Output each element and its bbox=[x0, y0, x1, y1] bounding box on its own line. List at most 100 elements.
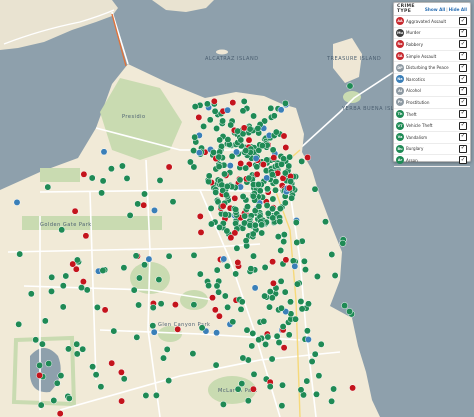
crime-marker-property[interactable] bbox=[311, 350, 319, 358]
crime-marker-property[interactable] bbox=[346, 308, 353, 315]
crime-marker-property[interactable] bbox=[267, 104, 275, 112]
crime-marker-property[interactable] bbox=[278, 160, 286, 168]
crime-marker-narcotics[interactable] bbox=[213, 329, 221, 337]
crime-marker-violent[interactable] bbox=[282, 144, 290, 151]
crime-marker-violent[interactable] bbox=[210, 97, 218, 105]
crime-marker-property[interactable] bbox=[328, 397, 336, 405]
crime-marker-property[interactable] bbox=[229, 318, 237, 326]
crime-marker-property[interactable] bbox=[237, 305, 245, 313]
crime-marker-narcotics[interactable] bbox=[304, 336, 312, 343]
crime-marker-property[interactable] bbox=[157, 300, 165, 308]
crime-marker-property[interactable] bbox=[27, 290, 35, 298]
crime-marker-narcotics[interactable] bbox=[145, 255, 153, 263]
crime-marker-property[interactable] bbox=[250, 252, 257, 260]
crime-marker-narcotics[interactable] bbox=[251, 284, 259, 292]
crime-marker-property[interactable] bbox=[213, 266, 221, 274]
crime-marker-property[interactable] bbox=[244, 203, 251, 211]
crime-marker-violent[interactable] bbox=[349, 384, 357, 392]
crime-marker-property[interactable] bbox=[237, 136, 245, 144]
crime-marker-property[interactable] bbox=[227, 121, 235, 129]
crime-marker-property[interactable] bbox=[254, 124, 262, 132]
crime-marker-property[interactable] bbox=[272, 178, 280, 186]
crime-marker-property[interactable] bbox=[169, 198, 177, 206]
crime-marker-narcotics[interactable] bbox=[226, 162, 234, 170]
crime-marker-property[interactable] bbox=[99, 267, 107, 274]
crime-marker-property[interactable] bbox=[297, 298, 305, 305]
crime-type-checkbox[interactable]: ✓ bbox=[459, 144, 467, 153]
crime-marker-violent[interactable] bbox=[82, 232, 90, 240]
crime-marker-violent[interactable] bbox=[195, 113, 203, 121]
crime-marker-property[interactable] bbox=[261, 292, 269, 300]
crime-marker-property[interactable] bbox=[83, 286, 91, 294]
crime-marker-violent[interactable] bbox=[171, 301, 179, 309]
crime-marker-property[interactable] bbox=[196, 270, 204, 278]
crime-marker-property[interactable] bbox=[266, 383, 274, 391]
crime-marker-property[interactable] bbox=[317, 340, 325, 348]
crime-marker-property[interactable] bbox=[239, 107, 247, 115]
crime-marker-violent[interactable] bbox=[269, 258, 277, 266]
crime-marker-property[interactable] bbox=[59, 303, 67, 311]
crime-marker-property[interactable] bbox=[268, 355, 276, 363]
crime-marker-violent[interactable] bbox=[36, 371, 43, 379]
crime-marker-property[interactable] bbox=[280, 231, 288, 239]
crime-type-row[interactable]: DP Disturbing the Peace ✓ bbox=[394, 62, 470, 74]
crime-marker-property[interactable] bbox=[292, 315, 299, 323]
crime-marker-property[interactable] bbox=[298, 157, 306, 165]
crime-marker-violent[interactable] bbox=[211, 306, 219, 314]
crime-marker-property[interactable] bbox=[107, 165, 115, 173]
crime-marker-property[interactable] bbox=[260, 317, 268, 325]
crime-type-checkbox[interactable]: ✓ bbox=[459, 110, 467, 119]
crime-marker-violent[interactable] bbox=[219, 202, 227, 210]
crime-marker-property[interactable] bbox=[215, 288, 223, 296]
crime-marker-property[interactable] bbox=[73, 340, 81, 348]
crime-marker-property[interactable] bbox=[89, 363, 97, 371]
crime-marker-violent[interactable] bbox=[79, 278, 87, 286]
crime-type-row[interactable]: SA Simple Assault ✓ bbox=[394, 51, 470, 63]
crime-marker-property[interactable] bbox=[44, 183, 52, 191]
show-all-link[interactable]: Show All bbox=[425, 7, 445, 12]
crime-marker-property[interactable] bbox=[239, 193, 247, 200]
crime-marker-property[interactable] bbox=[213, 282, 221, 290]
crime-marker-property[interactable] bbox=[249, 329, 257, 337]
crime-type-row[interactable]: Al Alcohol ✓ bbox=[394, 86, 470, 98]
crime-marker-property[interactable] bbox=[16, 250, 24, 258]
crime-marker-property[interactable] bbox=[270, 112, 278, 120]
crime-marker-property[interactable] bbox=[65, 345, 72, 353]
crime-marker-property[interactable] bbox=[207, 220, 215, 228]
crime-marker-property[interactable] bbox=[36, 361, 44, 369]
crime-marker-violent[interactable] bbox=[80, 170, 88, 178]
crime-marker-property[interactable] bbox=[142, 392, 150, 399]
crime-marker-property[interactable] bbox=[308, 358, 316, 365]
crime-marker-property[interactable] bbox=[126, 211, 134, 219]
crime-marker-narcotics[interactable] bbox=[277, 106, 285, 114]
crime-marker-property[interactable] bbox=[243, 326, 251, 334]
crime-marker-property[interactable] bbox=[278, 402, 286, 410]
crime-marker-narcotics[interactable] bbox=[13, 198, 21, 206]
crime-marker-property[interactable] bbox=[246, 125, 254, 133]
crime-marker-narcotics[interactable] bbox=[195, 149, 203, 157]
crime-type-checkbox[interactable]: ✓ bbox=[459, 17, 467, 26]
crime-marker-property[interactable] bbox=[78, 284, 85, 292]
crime-marker-property[interactable] bbox=[48, 287, 55, 295]
crime-marker-violent[interactable] bbox=[245, 136, 253, 144]
crime-marker-property[interactable] bbox=[58, 226, 66, 234]
crime-marker-property[interactable] bbox=[322, 218, 329, 226]
crime-marker-property[interactable] bbox=[285, 331, 293, 339]
crime-marker-narcotics[interactable] bbox=[252, 154, 260, 162]
crime-type-checkbox[interactable]: ✓ bbox=[459, 63, 467, 72]
crime-marker-property[interactable] bbox=[219, 400, 227, 408]
crime-marker-property[interactable] bbox=[222, 191, 230, 199]
crime-marker-property[interactable] bbox=[224, 136, 232, 144]
crime-marker-violent[interactable] bbox=[196, 212, 204, 220]
crime-marker-property[interactable] bbox=[287, 177, 295, 185]
crime-marker-property[interactable] bbox=[200, 122, 208, 130]
crime-marker-property[interactable] bbox=[300, 257, 308, 265]
crime-marker-violent[interactable] bbox=[197, 228, 205, 236]
crime-marker-property[interactable] bbox=[346, 82, 354, 90]
crime-marker-property[interactable] bbox=[205, 178, 213, 186]
crime-marker-violent[interactable] bbox=[304, 154, 312, 161]
crime-marker-property[interactable] bbox=[118, 162, 126, 170]
crime-marker-property[interactable] bbox=[93, 303, 101, 311]
crime-marker-property[interactable] bbox=[15, 320, 23, 328]
crime-marker-property[interactable] bbox=[242, 147, 250, 155]
